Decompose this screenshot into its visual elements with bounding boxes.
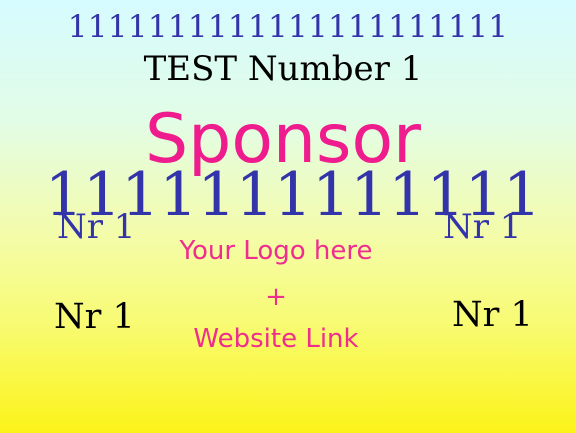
top-number-line: 1111111111111111111111 (67, 9, 509, 45)
nr-label-bottom-left: Nr 1 (54, 297, 135, 337)
sponsor-banner: 1111111111111111111111 TEST Number 1 Spo… (0, 0, 576, 433)
nr-label-bottom-right: Nr 1 (452, 295, 533, 335)
logo-placeholder-text: Your Logo here (179, 236, 373, 266)
banner-title: TEST Number 1 (143, 49, 423, 89)
